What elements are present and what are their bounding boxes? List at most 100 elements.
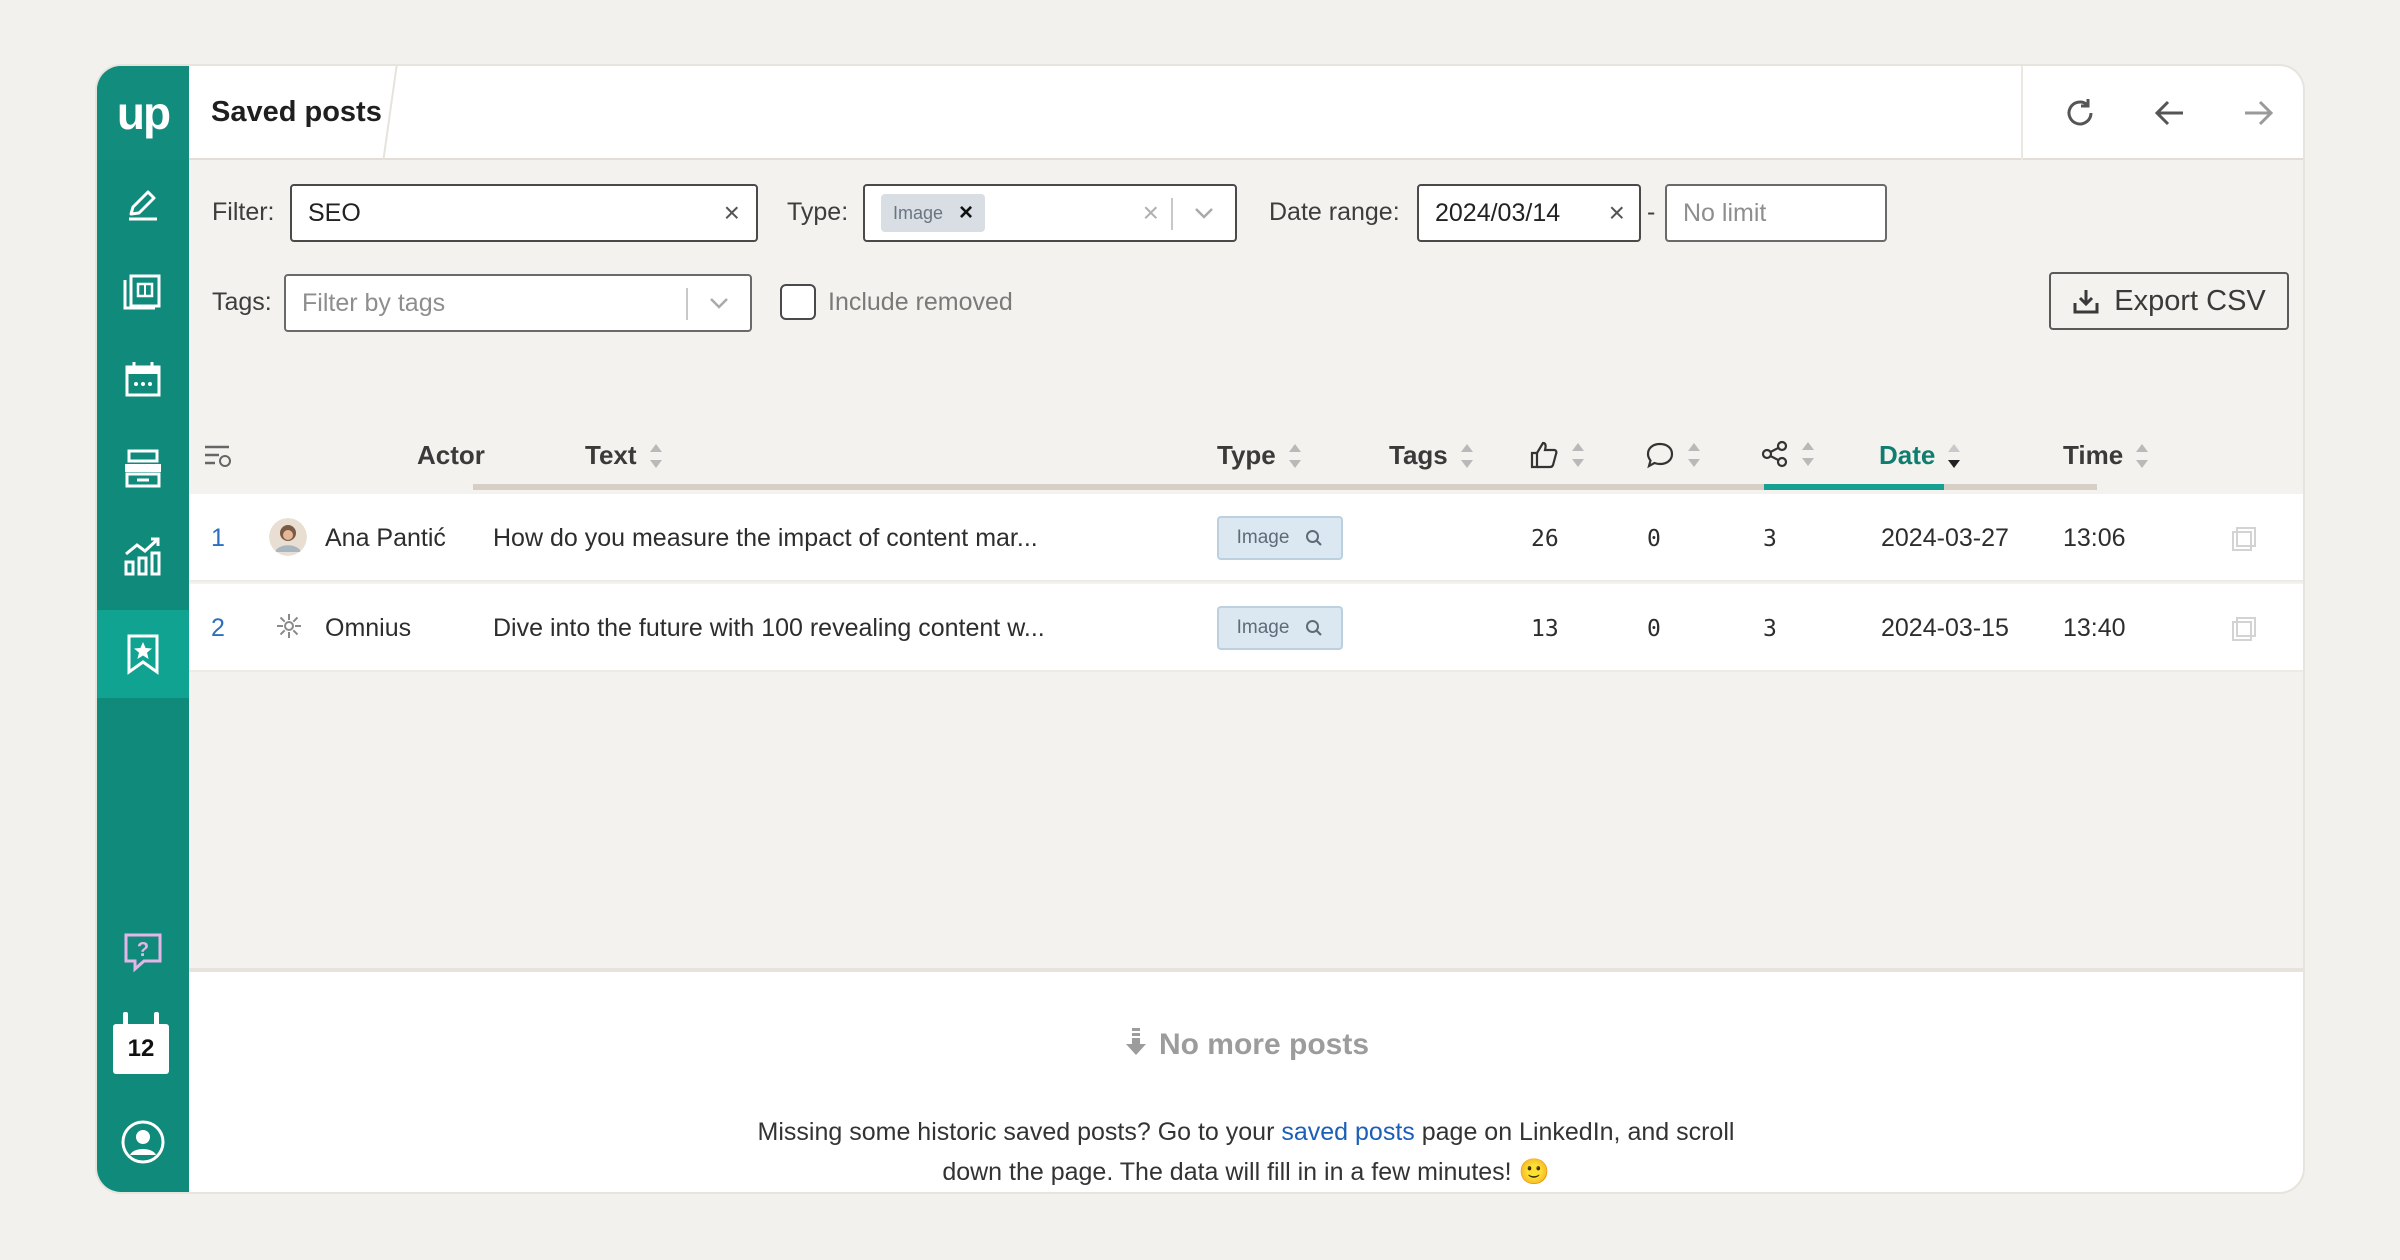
column-settings-icon	[205, 445, 231, 467]
header-divider	[2021, 66, 2023, 160]
clear-filter-icon[interactable]: ×	[724, 197, 740, 229]
dashboard-icon	[123, 274, 161, 310]
include-removed-label: Include removed	[828, 288, 1013, 316]
user-icon	[121, 1120, 165, 1164]
row-index: 2	[211, 614, 225, 642]
filter-input[interactable]: SEO ×	[290, 184, 758, 242]
arrow-right-icon	[2245, 100, 2274, 126]
active-sort-indicator	[1764, 484, 1944, 490]
refresh-icon	[2067, 99, 2093, 126]
type-chip-image: Image ×	[881, 194, 986, 232]
post-time: 13:40	[2063, 614, 2126, 642]
refresh-button[interactable]	[2057, 90, 2103, 136]
sidebar-item-saved-posts[interactable]	[97, 610, 189, 698]
clear-date-icon[interactable]: ×	[1609, 197, 1625, 229]
calendar-date-badge[interactable]: 12	[113, 1012, 169, 1078]
back-button[interactable]	[2147, 90, 2193, 136]
avatar	[269, 518, 307, 556]
svg-text:?: ?	[137, 939, 149, 961]
table-row[interactable]: 2 Omnius Dive into the future with 100 r…	[189, 584, 2303, 672]
tags-chevron-down-icon[interactable]	[706, 290, 732, 323]
sidebar: up ? 12	[97, 66, 189, 1192]
sidebar-item-help[interactable]: ?	[97, 908, 189, 996]
type-badge[interactable]: Image	[1217, 516, 1343, 560]
open-external-icon[interactable]	[2229, 614, 2259, 644]
type-label: Type:	[787, 198, 849, 226]
open-external-icon[interactable]	[2229, 524, 2259, 554]
archive-icon	[125, 449, 161, 488]
tags-label: Tags:	[212, 288, 272, 316]
sidebar-item-compose[interactable]	[97, 160, 189, 248]
column-text[interactable]: Text	[585, 440, 663, 471]
date-range-label: Date range:	[1269, 198, 1400, 226]
omnius-logo-icon	[277, 614, 301, 638]
arrow-left-icon	[2154, 100, 2183, 126]
export-csv-label: Export CSV	[2114, 284, 2266, 317]
help-icon: ?	[124, 933, 162, 973]
type-select[interactable]: Image × ×	[863, 184, 1237, 242]
actor-name[interactable]: Omnius	[325, 614, 411, 643]
column-type[interactable]: Type	[1217, 440, 1302, 471]
post-date: 2024-03-27	[1881, 524, 2009, 552]
table-header: Actor Text Type Tags Date Time	[189, 422, 2303, 492]
forward-button[interactable]	[2235, 90, 2281, 136]
type-chip-label: Image	[893, 202, 944, 223]
column-date[interactable]: Date	[1879, 440, 1961, 471]
comment-icon	[1646, 442, 1674, 469]
bookmark-star-icon	[127, 634, 159, 675]
tags-placeholder: Filter by tags	[302, 288, 446, 317]
sidebar-item-dashboard[interactable]	[97, 248, 189, 336]
tab-divider	[382, 66, 398, 160]
type-badge[interactable]: Image	[1217, 606, 1343, 650]
column-likes[interactable]	[1529, 440, 1585, 470]
column-settings-button[interactable]	[203, 442, 233, 470]
pen-icon	[129, 190, 157, 221]
row-actions	[2229, 524, 2305, 554]
likes-count: 26	[1531, 526, 1559, 552]
post-text[interactable]: Dive into the future with 100 revealing …	[493, 614, 1045, 643]
sidebar-item-profile[interactable]	[97, 1098, 189, 1186]
sidebar-item-archive[interactable]	[97, 424, 189, 512]
menu-icon[interactable]	[2303, 524, 2305, 554]
comments-count: 0	[1647, 526, 1661, 552]
search-icon	[1306, 530, 1323, 546]
post-text[interactable]: How do you measure the impact of content…	[493, 524, 1038, 553]
saved-posts-link[interactable]: saved posts	[1281, 1118, 1414, 1146]
clear-type-icon[interactable]: ×	[1143, 197, 1159, 229]
thumbs-up-icon	[1530, 441, 1558, 469]
comments-count: 0	[1647, 616, 1661, 642]
post-time: 13:06	[2063, 524, 2126, 552]
page-header: Saved posts	[189, 66, 2303, 160]
tags-select[interactable]: Filter by tags	[284, 274, 752, 332]
export-csv-button[interactable]: Export CSV	[2049, 272, 2289, 330]
calendar-icon	[125, 362, 161, 397]
row-index: 1	[211, 524, 225, 552]
app-window: up ? 12 Saved posts Filter: SEO × Type: …	[95, 64, 2305, 1194]
date-separator: -	[1647, 198, 1656, 226]
date-to-input[interactable]: No limit	[1665, 184, 1887, 242]
column-actor[interactable]: Actor	[417, 440, 485, 471]
app-logo[interactable]: up	[97, 66, 189, 160]
include-removed-checkbox[interactable]	[780, 284, 816, 320]
remove-chip-icon[interactable]: ×	[959, 199, 973, 227]
arrow-down-icon	[1125, 1028, 1146, 1055]
help-text: Missing some historic saved posts? Go to…	[757, 1118, 1735, 1186]
table-row[interactable]: 1 Ana Pantić How do you measure the impa…	[189, 494, 2303, 582]
share-icon	[1761, 440, 1788, 468]
calendar-day: 12	[113, 1024, 169, 1074]
likes-count: 13	[1531, 616, 1559, 642]
chevron-down-icon[interactable]	[1191, 200, 1217, 233]
shares-count: 3	[1763, 526, 1777, 552]
sidebar-item-calendar[interactable]	[97, 336, 189, 424]
page-title: Saved posts	[211, 96, 382, 128]
column-shares[interactable]	[1761, 440, 1815, 468]
sidebar-item-analytics[interactable]	[97, 512, 189, 600]
actor-name[interactable]: Ana Pantić	[325, 524, 446, 553]
column-tags[interactable]: Tags	[1389, 440, 1474, 471]
column-comments[interactable]	[1645, 440, 1701, 470]
menu-icon[interactable]	[2303, 614, 2305, 644]
column-time[interactable]: Time	[2063, 440, 2149, 471]
no-more-posts: No more posts	[189, 1026, 2303, 1062]
filter-label: Filter:	[212, 198, 275, 226]
date-from-input[interactable]: 2024/03/14 ×	[1417, 184, 1641, 242]
